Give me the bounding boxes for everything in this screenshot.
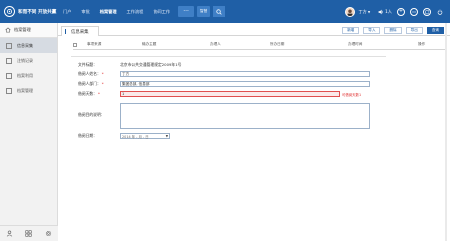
top-navigation-bar: 和而不同 开放共赢 门户 审批 档案管理 工作流程 协同工作 ··· 智慧 丁方… <box>0 0 450 23</box>
document-icon <box>6 87 12 94</box>
speaker-icon <box>378 9 384 14</box>
chevron-down-icon[interactable]: ▼ <box>368 10 370 14</box>
brand-name: 和而不同 开放共赢 <box>18 9 57 15</box>
home-icon <box>5 27 11 33</box>
reason-label: 借阅目的说明： <box>78 112 105 117</box>
sidebar-item-label: 注销记录 <box>17 57 33 63</box>
add-button[interactable]: 新增 <box>342 27 360 34</box>
online-count: 1人 <box>385 8 392 14</box>
import-button[interactable]: 导入 <box>363 27 381 34</box>
reason-textarea[interactable] <box>120 103 370 129</box>
sidebar-footer <box>0 225 58 241</box>
date-placeholder: 2014 年 - 月 - 日 <box>122 134 149 139</box>
settings-icon[interactable] <box>45 230 52 237</box>
export-button[interactable]: 导出 <box>405 27 423 34</box>
sidebar-item-label: 档案管理 <box>17 87 33 93</box>
sidebar-title: 档案管理 <box>14 27 31 32</box>
chevron-down-icon[interactable]: ▼ <box>166 134 168 138</box>
smart-button[interactable]: 智慧 <box>197 6 211 17</box>
brand-logo[interactable]: 和而不同 开放共赢 <box>0 6 58 17</box>
column-header[interactable]: 所办日期 <box>270 42 348 47</box>
sidebar-item-label: 档案利用 <box>17 72 33 78</box>
document-icon <box>6 57 12 64</box>
column-header[interactable]: 办理时间 <box>348 42 418 47</box>
nav-item-workflow[interactable]: 工作流程 <box>122 0 149 23</box>
query-button[interactable]: 查询 <box>426 27 444 34</box>
column-header[interactable]: 操作 <box>418 42 425 47</box>
applicant-label: 借阅人姓名： <box>78 71 101 76</box>
online-users[interactable]: 1人 <box>378 9 392 15</box>
delete-button[interactable]: 删除 <box>384 27 402 34</box>
date-label: 借阅日期： <box>78 133 97 138</box>
date-row: 借阅日期： 2014 年 - 月 - 日 ▼ <box>78 133 170 139</box>
tab-info-collect[interactable]: 信息采集 <box>61 26 99 36</box>
sidebar-item-collect[interactable]: 信息采集 <box>0 38 57 53</box>
logo-mark-icon <box>4 6 15 17</box>
days-error-message: 可借阅天数1 <box>342 92 362 97</box>
main-nav: 门户 审批 档案管理 工作流程 协同工作 ··· 智慧 <box>58 0 226 23</box>
power-icon[interactable] <box>436 8 444 16</box>
days-input[interactable]: 1 <box>120 91 340 97</box>
grid-icon[interactable] <box>25 230 33 237</box>
avatar[interactable] <box>345 6 356 17</box>
date-picker[interactable]: 2014 年 - 月 - 日 ▼ <box>120 133 170 139</box>
borrow-form-panel: 文件标题： 北京市公共交通管理规定2009年1号 借阅人姓名：* 丁方 借阅人部… <box>71 56 386 241</box>
file-title-row: 文件标题： 北京市公共交通管理规定2009年1号 <box>78 62 181 68</box>
sidebar-item-management[interactable]: 档案管理 <box>0 83 57 98</box>
vertical-scrollbar[interactable] <box>445 23 447 241</box>
document-icon <box>6 42 12 49</box>
user-icon[interactable] <box>6 230 13 237</box>
user-name[interactable]: 丁方 <box>358 9 366 15</box>
chat-icon[interactable] <box>410 7 418 16</box>
nav-item-portal[interactable]: 门户 <box>58 0 76 23</box>
reason-row: 借阅目的说明： <box>78 103 370 129</box>
add-icon[interactable]: + <box>397 7 405 16</box>
refresh-icon[interactable] <box>423 7 431 16</box>
main-content: 信息采集 新增 导入 删除 导出 查询 事项来源 输办主题 办理人 所办日期 办… <box>58 23 450 241</box>
nav-item-approval[interactable]: 审批 <box>76 0 94 23</box>
nav-item-collaboration[interactable]: 协同工作 <box>148 0 175 23</box>
user-area: 丁方 ▼ 1人 + <box>345 0 450 23</box>
days-label: 借阅天数： <box>78 91 97 96</box>
select-all-checkbox[interactable] <box>73 42 77 47</box>
nav-item-archives[interactable]: 档案管理 <box>95 0 122 23</box>
department-row: 借阅人部门：* 集团总部, 信息部 <box>78 81 370 87</box>
toolbar: 新增 导入 删除 导出 查询 <box>338 27 444 34</box>
sidebar: 档案管理 信息采集 注销记录 档案利用 档案管理 <box>0 23 58 241</box>
department-input[interactable]: 集团总部, 信息部 <box>120 81 370 87</box>
days-row: 借阅天数：* 1 可借阅天数1 <box>78 91 362 97</box>
applicant-input[interactable]: 丁方 <box>120 71 370 77</box>
document-icon <box>6 72 12 79</box>
sidebar-item-label: 信息采集 <box>17 42 33 48</box>
column-header[interactable]: 事项来源 <box>87 42 142 47</box>
table-header: 事项来源 输办主题 办理人 所办日期 办理时间 操作 <box>73 40 446 50</box>
sidebar-header: 档案管理 <box>0 23 57 38</box>
sidebar-item-usage[interactable]: 档案利用 <box>0 68 57 83</box>
file-title-value: 北京市公共交通管理规定2009年1号 <box>120 62 182 67</box>
column-header[interactable]: 输办主题 <box>142 42 210 47</box>
search-icon[interactable] <box>213 6 226 17</box>
column-header[interactable]: 办理人 <box>210 42 270 47</box>
department-label: 借阅人部门： <box>78 81 101 86</box>
applicant-row: 借阅人姓名：* 丁方 <box>78 71 370 77</box>
file-title-label: 文件标题： <box>78 62 97 67</box>
sidebar-item-cancel-records[interactable]: 注销记录 <box>0 53 57 68</box>
more-menu-button[interactable]: ··· <box>178 6 195 17</box>
